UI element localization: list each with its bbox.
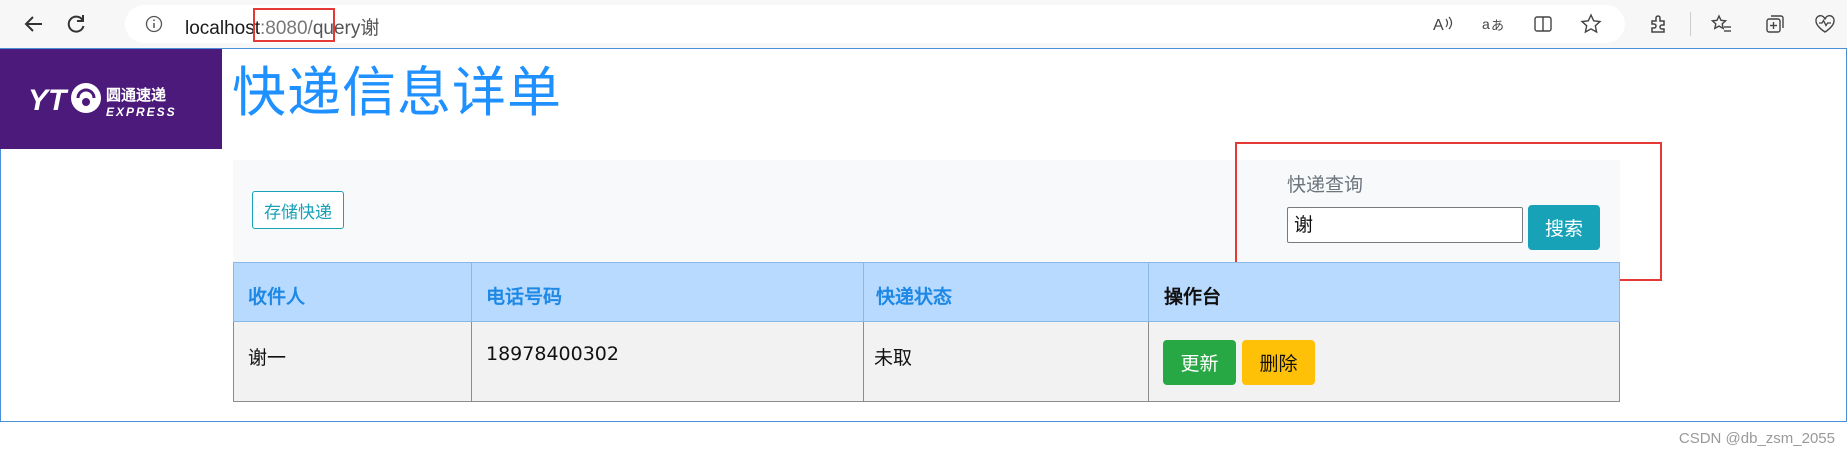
health-icon[interactable] — [1812, 12, 1838, 36]
svg-text:A: A — [1433, 17, 1444, 34]
svg-text:あ: あ — [1491, 19, 1504, 34]
watermark: CSDN @db_zsm_2055 — [1678, 430, 1835, 447]
column-divider — [1148, 262, 1149, 322]
translate-icon[interactable]: aあ — [1480, 12, 1506, 36]
table-row — [233, 322, 1620, 402]
column-divider — [863, 262, 864, 322]
cell-status: 未取 — [874, 347, 913, 369]
back-icon[interactable] — [18, 8, 50, 40]
column-header-recipient: 收件人 — [248, 286, 306, 308]
delete-button[interactable]: 删除 — [1242, 340, 1315, 385]
extensions-icon[interactable] — [1646, 12, 1672, 36]
column-divider — [863, 322, 864, 402]
address-bar[interactable]: localhost:8080/query谢 — [125, 5, 1625, 43]
page-title: 快递信息详单 — [232, 61, 562, 124]
favorites-icon[interactable] — [1708, 12, 1734, 36]
browser-toolbar: localhost:8080/query谢 A aあ — [0, 0, 1847, 48]
column-divider — [471, 322, 472, 402]
favorite-star-icon[interactable] — [1578, 12, 1604, 36]
read-aloud-icon[interactable]: A — [1430, 12, 1456, 36]
collections-icon[interactable] — [1762, 12, 1788, 36]
cell-recipient: 谢一 — [248, 347, 287, 369]
cell-phone: 18978400302 — [486, 343, 619, 365]
store-express-button[interactable]: 存储快递 — [252, 191, 344, 229]
column-header-phone: 电话号码 — [486, 286, 563, 308]
column-divider — [471, 262, 472, 322]
svg-text:a: a — [1482, 16, 1490, 32]
column-header-actions: 操作台 — [1164, 286, 1222, 308]
svg-text:EXPRESS: EXPRESS — [106, 105, 177, 119]
split-screen-icon[interactable] — [1530, 12, 1556, 36]
column-divider — [1148, 322, 1149, 402]
refresh-icon[interactable] — [60, 8, 92, 40]
search-annotation-box — [1235, 142, 1662, 281]
toolbar-divider — [1690, 12, 1691, 36]
svg-text:圆通速递: 圆通速递 — [106, 86, 166, 104]
info-icon[interactable] — [145, 15, 163, 37]
yto-logo: YT 圆通速递 EXPRESS — [0, 49, 222, 149]
url-annotation-box — [253, 8, 335, 42]
url-host: localhost — [185, 18, 260, 39]
update-button[interactable]: 更新 — [1163, 340, 1236, 385]
svg-text:YT: YT — [28, 84, 69, 117]
column-header-status: 快递状态 — [876, 286, 953, 308]
